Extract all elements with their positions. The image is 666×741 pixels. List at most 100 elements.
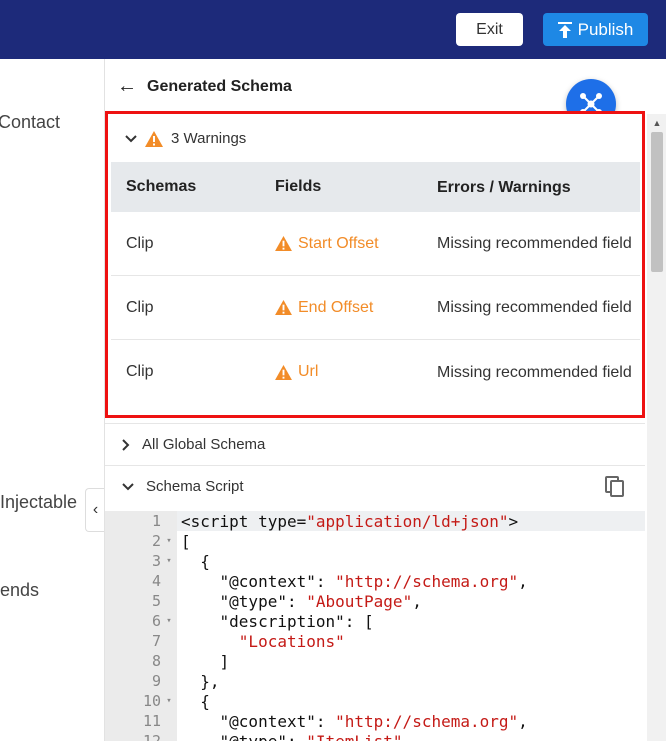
code-text: "@type": "AboutPage", bbox=[177, 592, 422, 611]
code-text: { bbox=[177, 692, 210, 711]
table-row: Clip End Offset Missing recommended fiel… bbox=[111, 276, 640, 340]
code-string: "AboutPage" bbox=[306, 591, 413, 611]
line-number: 4 bbox=[151, 572, 161, 590]
column-header-schemas: Schemas bbox=[126, 178, 197, 195]
line-number: 11 bbox=[142, 712, 161, 730]
message-cell: Missing recommended field bbox=[437, 299, 632, 316]
code-string: "Locations" bbox=[238, 631, 345, 651]
code-token: > bbox=[508, 511, 519, 531]
left-item-injectable[interactable]: Injectable bbox=[0, 492, 77, 513]
warnings-toggle[interactable]: 3 Warnings bbox=[125, 130, 246, 147]
copy-icon[interactable] bbox=[605, 476, 625, 498]
all-global-schema-toggle[interactable]: All Global Schema bbox=[105, 423, 645, 465]
field-link[interactable]: End Offset bbox=[275, 299, 422, 317]
line-number: 3 bbox=[151, 552, 161, 570]
warning-triangle-icon bbox=[275, 364, 292, 380]
code-text: "@context": "http://schema.org", bbox=[177, 712, 528, 731]
warnings-section: 3 Warnings Schemas Fields Errors / Warni… bbox=[105, 111, 645, 418]
code-line: 1 <script type="application/ld+json"> bbox=[105, 511, 645, 531]
schema-script-label: Schema Script bbox=[146, 478, 244, 495]
publish-button[interactable]: Publish bbox=[543, 13, 648, 46]
code-line: 6 ▾ "description": [ bbox=[105, 611, 645, 631]
code-token: { bbox=[181, 551, 210, 571]
field-name: End Offset bbox=[298, 298, 374, 316]
field-name: Url bbox=[298, 363, 319, 380]
left-panel bbox=[0, 59, 104, 741]
code-editor[interactable]: 1 <script type="application/ld+json"> 2 ▾[3… bbox=[105, 511, 645, 741]
field-link[interactable]: Url bbox=[275, 363, 422, 381]
code-token: ] bbox=[181, 651, 230, 671]
code-token: <script type= bbox=[181, 511, 307, 531]
fold-toggle-icon[interactable]: ▾ bbox=[161, 696, 177, 706]
code-token: "@context": bbox=[181, 571, 336, 591]
code-line: 11 "@context": "http://schema.org", bbox=[105, 711, 645, 731]
table-row: Clip Url Missing recommended field bbox=[111, 340, 640, 404]
message-cell: Missing recommended field bbox=[437, 235, 632, 252]
code-token: "@type": bbox=[181, 591, 307, 611]
code-text: "Locations" bbox=[177, 632, 345, 651]
collapse-panel-button[interactable]: ‹ bbox=[85, 488, 105, 532]
line-number: 9 bbox=[151, 672, 161, 690]
field-cell: Url bbox=[260, 363, 422, 381]
code-string: "http://schema.org" bbox=[335, 711, 519, 731]
exit-button[interactable]: Exit bbox=[456, 13, 523, 46]
code-token: , bbox=[518, 571, 528, 591]
code-line: 4 "@context": "http://schema.org", bbox=[105, 571, 645, 591]
scrollbar-thumb[interactable] bbox=[651, 132, 663, 272]
schema-cell: Clip bbox=[126, 234, 154, 252]
schema-script-toggle[interactable]: Schema Script bbox=[105, 465, 645, 507]
chevron-left-icon: ‹ bbox=[92, 501, 99, 518]
schema-cell: Clip bbox=[126, 298, 154, 316]
chevron-right-icon bbox=[122, 438, 130, 451]
code-text: { bbox=[177, 552, 210, 571]
left-item-contact[interactable]: Contact bbox=[0, 112, 60, 133]
fold-toggle-icon[interactable]: ▾ bbox=[161, 536, 177, 546]
schema-cell: Clip bbox=[126, 363, 154, 380]
warning-triangle-icon bbox=[145, 130, 163, 147]
code-text: ] bbox=[177, 651, 230, 671]
code-line: 5 "@type": "AboutPage", bbox=[105, 591, 645, 611]
line-number: 12 bbox=[142, 732, 161, 741]
publish-label: Publish bbox=[577, 19, 634, 39]
scroll-up-arrow-icon[interactable]: ▲ bbox=[647, 114, 666, 132]
code-token: , bbox=[412, 591, 422, 611]
code-token: "@type": bbox=[181, 731, 307, 741]
warnings-count-label: 3 Warnings bbox=[171, 130, 247, 147]
code-text: [ bbox=[177, 532, 191, 551]
code-line: 12 "@type": "ItemList", bbox=[105, 731, 645, 741]
code-token: { bbox=[181, 691, 210, 711]
panel-scrollbar[interactable]: ▲ bbox=[647, 114, 666, 741]
code-token: }, bbox=[181, 671, 220, 691]
field-cell: End Offset bbox=[260, 299, 422, 317]
warnings-table: Schemas Fields Errors / Warnings Clip St… bbox=[111, 162, 640, 404]
chevron-down-icon bbox=[125, 134, 137, 142]
code-string: "http://schema.org" bbox=[335, 571, 519, 591]
line-number: 2 bbox=[151, 532, 161, 550]
code-line: 2 ▾ [ bbox=[105, 531, 645, 551]
field-link[interactable]: Start Offset bbox=[275, 235, 422, 253]
line-number: 1 bbox=[151, 512, 161, 530]
fold-toggle-icon[interactable]: ▾ bbox=[161, 556, 177, 566]
line-number: 7 bbox=[151, 632, 161, 650]
panel-header: ← Generated Schema bbox=[117, 75, 292, 98]
column-header-errors: Errors / Warnings bbox=[437, 178, 571, 196]
code-string: "ItemList" bbox=[306, 731, 403, 741]
code-text: <script type="application/ld+json"> bbox=[177, 512, 518, 531]
code-string: "application/ld+json" bbox=[306, 511, 509, 531]
code-line: 10 ▾ { bbox=[105, 691, 645, 711]
line-number: 5 bbox=[151, 592, 161, 610]
message-cell: Missing recommended field bbox=[437, 363, 632, 381]
left-item-ends[interactable]: ends bbox=[0, 580, 39, 601]
code-line: 8 ] bbox=[105, 651, 645, 671]
warning-triangle-icon bbox=[275, 300, 292, 315]
chevron-down-icon bbox=[122, 482, 134, 490]
fold-toggle-icon[interactable]: ▾ bbox=[161, 616, 177, 626]
column-header-fields: Fields bbox=[275, 178, 322, 195]
back-arrow-icon[interactable]: ← bbox=[117, 75, 137, 98]
publish-upload-icon bbox=[557, 21, 572, 38]
code-line: 3 ▾ { bbox=[105, 551, 645, 571]
code-line: 9 }, bbox=[105, 671, 645, 691]
code-token: , bbox=[402, 731, 413, 741]
table-row: Clip Start Offset Missing recommended fi… bbox=[111, 212, 640, 276]
